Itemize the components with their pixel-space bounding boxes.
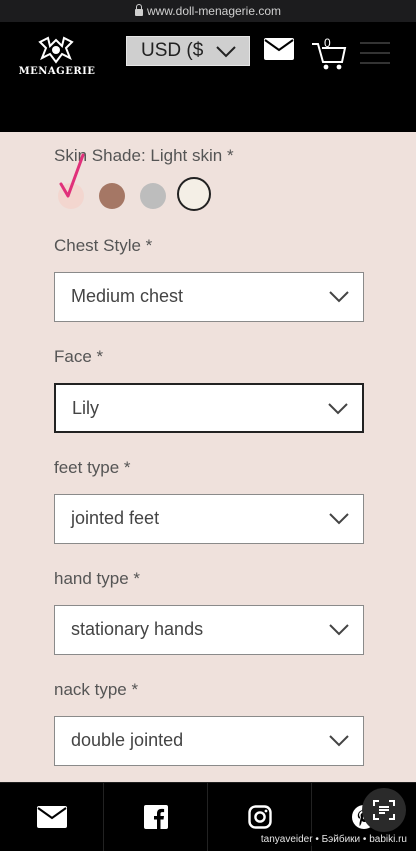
hand-type-select[interactable]: stationary hands	[54, 605, 364, 655]
chevron-down-icon	[329, 624, 349, 636]
chevron-down-icon	[329, 735, 349, 747]
logo-mark-icon	[38, 36, 74, 64]
chest-style-select[interactable]: Medium chest	[54, 272, 364, 322]
swatch-white[interactable]	[177, 177, 211, 211]
chevron-down-icon	[329, 291, 349, 303]
neck-type-label: nack type *	[54, 680, 139, 699]
instagram-icon	[247, 805, 272, 829]
menu-line	[360, 62, 390, 64]
chevron-down-icon	[329, 513, 349, 525]
chevron-down-icon	[216, 46, 236, 58]
url-text: www.doll-menagerie.com	[146, 4, 282, 18]
cart-count-badge: 0	[324, 36, 331, 50]
swatch-grey[interactable]	[140, 183, 166, 209]
facebook-icon	[143, 805, 168, 829]
swatch-brown[interactable]	[99, 183, 125, 209]
logo-text: MENAGERIE	[18, 66, 96, 77]
face-label: Face *	[54, 347, 104, 366]
menu-line	[360, 52, 390, 54]
hand-type-label: hand type *	[54, 569, 141, 588]
hamburger-menu-button[interactable]	[360, 36, 390, 66]
neck-type-select[interactable]: double jointed	[54, 716, 364, 766]
face-value: Lily	[72, 398, 100, 418]
hand-type-value: stationary hands	[71, 619, 204, 639]
chest-style-label: Chest Style *	[54, 236, 153, 255]
feet-type-value: jointed feet	[71, 508, 160, 528]
chevron-down-icon	[328, 403, 348, 415]
lock-icon	[134, 3, 143, 16]
browser-url-bar[interactable]: www.doll-menagerie.com	[0, 0, 416, 22]
footer-mail-button[interactable]	[0, 783, 104, 851]
currency-selector[interactable]: USD ($	[126, 36, 250, 66]
screenshot-lens-button[interactable]	[362, 788, 406, 832]
swatch-light[interactable]	[58, 183, 84, 209]
footer-facebook-button[interactable]	[104, 783, 208, 851]
site-logo[interactable]: MENAGERIE	[14, 36, 100, 84]
face-select[interactable]: Lily	[54, 383, 364, 433]
scan-text-icon	[373, 800, 395, 820]
product-options: Skin Shade: Light skin * Chest Style * M…	[0, 132, 416, 782]
neck-type-value: double jointed	[71, 730, 184, 750]
chest-style-value: Medium chest	[71, 286, 184, 306]
currency-label: USD ($	[141, 40, 204, 61]
mail-icon	[36, 806, 67, 828]
contact-mail-icon[interactable]	[264, 38, 294, 60]
feet-type-select[interactable]: jointed feet	[54, 494, 364, 544]
skin-shade-label: Skin Shade: Light skin *	[54, 146, 234, 165]
site-header: MENAGERIE USD ($ 0	[0, 22, 416, 132]
feet-type-label: feet type *	[54, 458, 131, 477]
menu-line	[360, 42, 390, 44]
watermark-text: tanyaveider • Бэйбики • babiki.ru	[257, 833, 410, 846]
